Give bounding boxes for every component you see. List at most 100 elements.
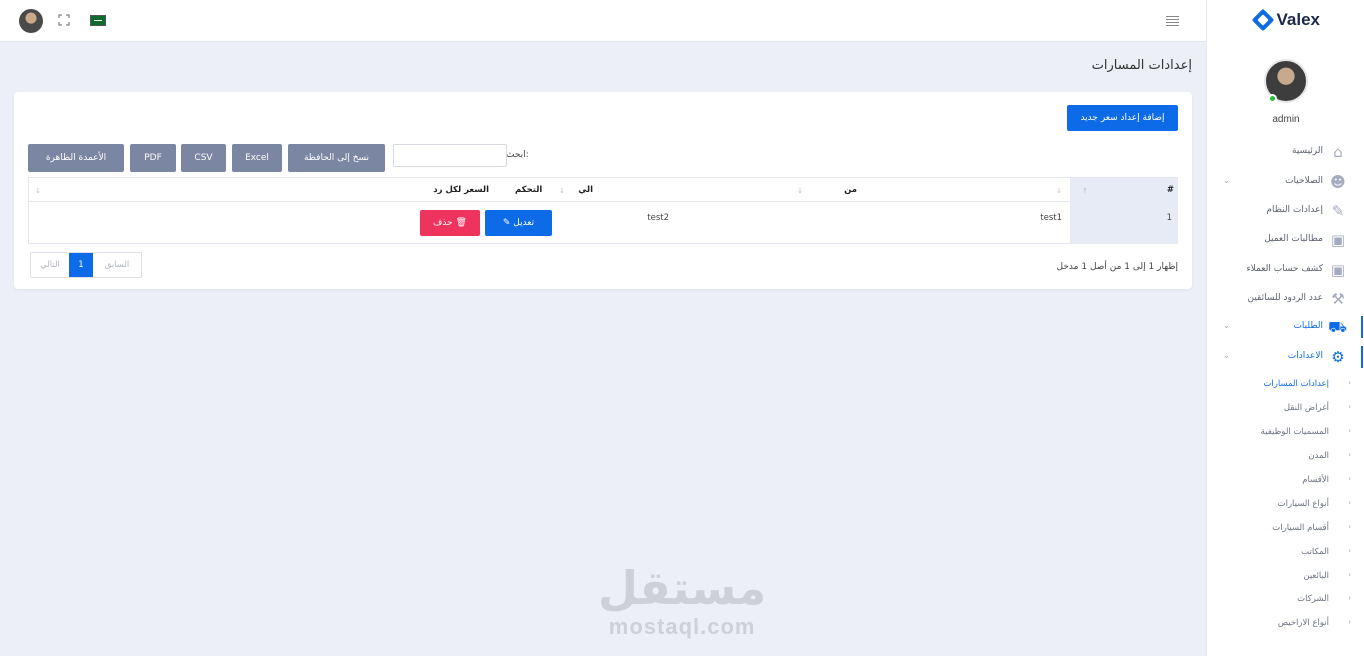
search-input[interactable] [393, 144, 507, 167]
sidebar-item-label: إعدادات النظام [1266, 205, 1323, 215]
column-header-to[interactable]: الي ↓ [569, 178, 815, 202]
home-icon: ⌂ [1333, 143, 1343, 161]
submenu-item-cities[interactable]: ‹ المدن [1207, 449, 1364, 465]
submenu-item-label: أغراض النقل [1283, 403, 1329, 413]
delete-button-label: حذف [433, 218, 453, 228]
money-icon: ▣ [1330, 231, 1346, 249]
column-header-label: # [1166, 185, 1174, 195]
add-price-setting-button[interactable]: إضافة إعداد سعر جديد [1067, 105, 1178, 131]
chevron-left-icon: ‹ [1348, 618, 1351, 626]
valex-logo-icon [1251, 8, 1274, 32]
table-header-row: # ↑ من ↓ الي ↓ السعر لكل رد ↓ التحكم ↓ [29, 178, 1178, 202]
chevron-left-icon: ‹ [1348, 475, 1351, 483]
pdf-export-button[interactable]: PDF [130, 144, 176, 172]
sidebar-item-home[interactable]: ⌂ الرئيسية [1207, 142, 1364, 164]
previous-page-button[interactable]: السابق [93, 253, 141, 277]
fullscreen-icon[interactable] [58, 14, 70, 26]
brand-name: Valex [1276, 10, 1321, 29]
table-row: 1 test1 test2 30 ✎ تعديل حذف 🗑 [29, 202, 1178, 244]
submenu-item-route-settings[interactable]: ‹ إعدادات المسارات [1207, 377, 1364, 393]
submenu-item-label: أنواع السيارات [1277, 499, 1329, 509]
submenu-item-job-titles[interactable]: ‹ المسميات الوظيفية [1207, 425, 1364, 441]
main-card: إضافة إعداد سعر جديد نسخ إلى الحافظة Exc… [14, 92, 1192, 289]
next-page-button[interactable]: التالي [31, 253, 69, 277]
pagination: التالي 1 السابق [30, 252, 142, 278]
submenu-item-label: أقسام السيارات [1272, 523, 1329, 533]
sidebar-item-label: كشف حساب العملاء [1246, 264, 1323, 274]
column-header-label: الي [578, 185, 593, 195]
chevron-down-icon: ⌄ [1223, 351, 1230, 360]
edit-button[interactable]: ✎ تعديل [485, 210, 552, 236]
money-icon: ▣ [1330, 261, 1346, 279]
sidebar-item-orders[interactable]: ⛟ الطلبات ⌄ [1207, 317, 1364, 339]
submenu-item-departments[interactable]: ‹ الأقسام [1207, 473, 1364, 489]
column-header-id[interactable]: # ↑ [1070, 178, 1178, 202]
csv-export-button[interactable]: CSV [181, 144, 226, 172]
page-title: إعدادات المسارات [1091, 58, 1192, 73]
sidebar-item-client-claims[interactable]: ▣ مطالبات العميل [1207, 230, 1364, 252]
cell-value: test1 [1040, 213, 1062, 223]
sidebar-item-label: الطلبات [1293, 321, 1323, 331]
column-header-label: السعر لكل رد [433, 185, 489, 195]
edit-button-label: تعديل [513, 218, 535, 228]
sidebar: Valex admin ⌂ الرئيسية ☻ الصلاحيات ⌄ ✎ إ… [1206, 0, 1364, 656]
chevron-left-icon: ‹ [1348, 427, 1351, 435]
chevron-down-icon: ⌄ [1223, 176, 1230, 185]
wrench-icon: ✎ [1331, 202, 1345, 220]
chevron-left-icon: ‹ [1348, 403, 1351, 411]
chevron-left-icon: ‹ [1348, 547, 1351, 555]
cogs-icon: ⚙ [1331, 348, 1345, 366]
column-header-label: من [844, 185, 857, 195]
sidebar-item-permissions[interactable]: ☻ الصلاحيات ⌄ [1207, 172, 1364, 194]
sort-icon: ↓ [559, 187, 565, 195]
sidebar-item-settings[interactable]: ⚙ الاعدادات ⌄ [1207, 347, 1364, 369]
sidebar-item-client-statement[interactable]: ▣ كشف حساب العملاء [1207, 260, 1364, 282]
delete-button[interactable]: حذف 🗑 [420, 210, 480, 236]
submenu-item-label: الشركات [1297, 594, 1329, 604]
chevron-left-icon: ‹ [1348, 451, 1351, 459]
brand-logo[interactable]: Valex [1251, 8, 1321, 32]
submenu-item-label: المدن [1308, 451, 1329, 461]
watermark-latin: mostaql.com [608, 614, 756, 639]
chevron-left-icon: ‹ [1348, 594, 1351, 602]
current-page-button[interactable]: 1 [69, 253, 93, 277]
search-label: ابحث: [506, 150, 529, 160]
submenu-item-transport-purposes[interactable]: ‹ أغراض النقل [1207, 401, 1364, 417]
sidebar-item-system-settings[interactable]: ✎ إعدادات النظام [1207, 201, 1364, 223]
menu-lines-icon[interactable] [1166, 16, 1179, 26]
chevron-down-icon: ⌄ [1223, 321, 1230, 330]
sidebar-item-label: الصلاحيات [1285, 176, 1323, 186]
sidebar-item-driver-replies[interactable]: ⚒ عدد الردود للسائقين [1207, 289, 1364, 311]
routes-table: # ↑ من ↓ الي ↓ السعر لكل رد ↓ التحكم ↓ 1 [28, 177, 1178, 244]
copy-to-clipboard-button[interactable]: نسخ إلى الحافظة [288, 144, 385, 172]
submenu-item-car-types[interactable]: ‹ أنواع السيارات [1207, 497, 1364, 513]
cell-value: test2 [647, 213, 669, 223]
submenu-item-license-types[interactable]: ‹ أنواع الاراخيص [1207, 616, 1364, 632]
cell-from: test1 [815, 202, 1070, 244]
sidebar-item-label: الاعدادات [1287, 351, 1323, 361]
watermark: مستقل mostaql.com [598, 562, 766, 640]
top-header [0, 0, 1206, 42]
visible-columns-button[interactable]: الأعمدة الظاهرة [28, 144, 124, 172]
chevron-left-icon: ‹ [1348, 523, 1351, 531]
submenu-item-car-sections[interactable]: ‹ أقسام السيارات [1207, 521, 1364, 537]
cell-value: 1 [1166, 213, 1172, 223]
submenu-item-sellers[interactable]: ‹ البائعين [1207, 569, 1364, 585]
column-header-from[interactable]: من ↓ [815, 178, 1070, 202]
submenu-item-label: أنواع الاراخيص [1277, 618, 1329, 628]
column-header-actions[interactable]: التحكم ↓ [29, 178, 542, 202]
sidebar-item-label: عدد الردود للسائقين [1247, 293, 1323, 303]
excel-export-button[interactable]: Excel [232, 144, 282, 172]
chevron-left-icon: ‹ [1348, 499, 1351, 507]
submenu-item-offices[interactable]: ‹ المكاتب [1207, 545, 1364, 561]
column-header-label: التحكم [515, 185, 543, 195]
submenu-item-label: إعدادات المسارات [1263, 379, 1329, 389]
chevron-left-icon: ‹ [1348, 379, 1351, 387]
submenu-item-companies[interactable]: ‹ الشركات [1207, 592, 1364, 608]
user-avatar[interactable] [19, 9, 43, 33]
profile-username: admin [1272, 114, 1300, 125]
sort-icon: ↓ [35, 187, 41, 195]
users-cog-icon: ☻ [1330, 173, 1346, 191]
saudi-flag-icon[interactable] [90, 15, 106, 26]
watermark-arabic: مستقل [598, 561, 767, 615]
